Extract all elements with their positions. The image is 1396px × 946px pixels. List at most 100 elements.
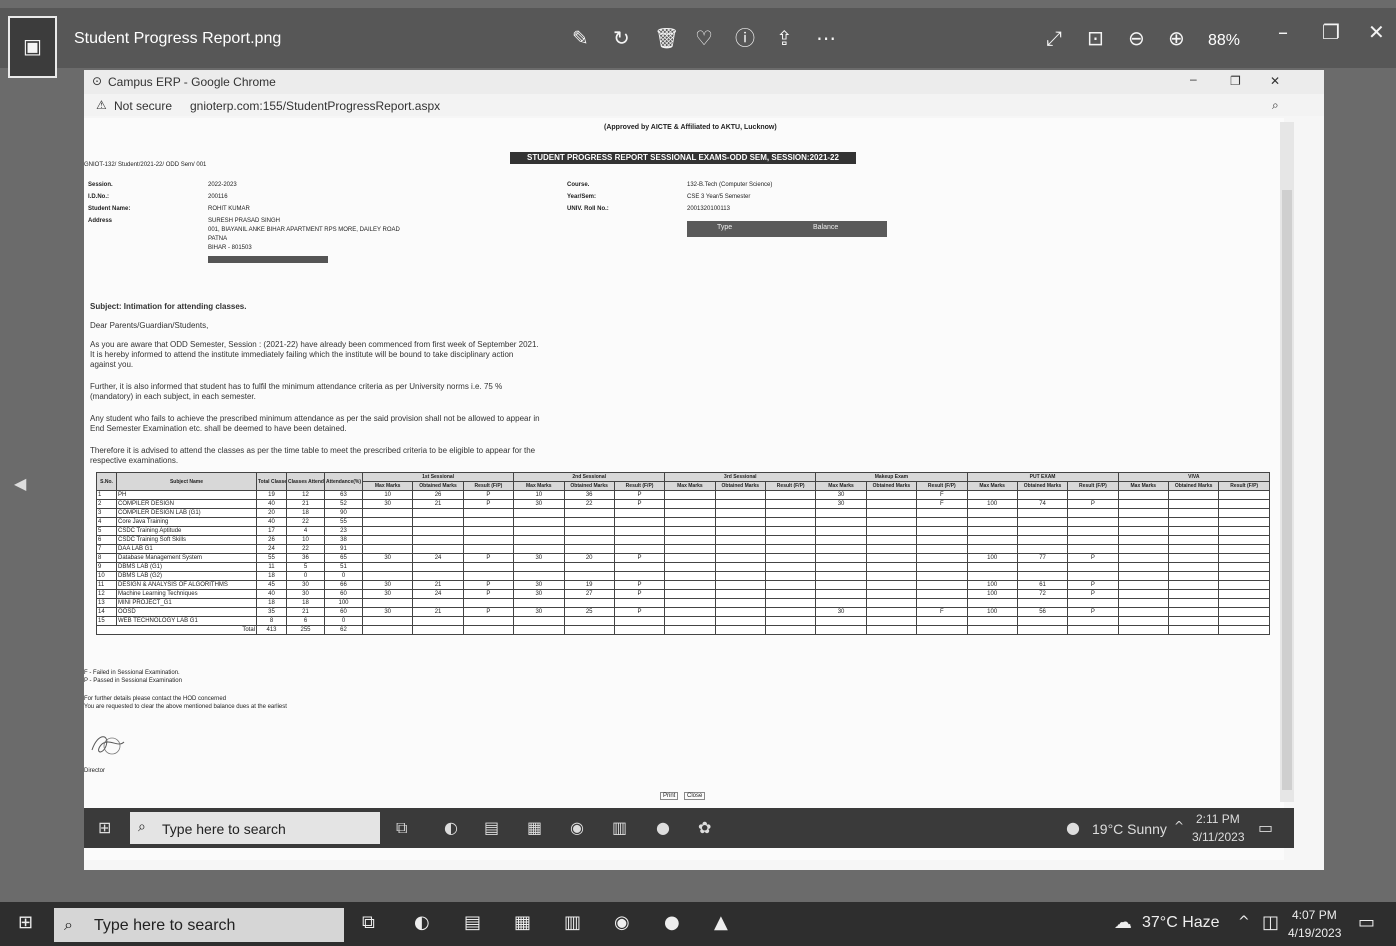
table-cell: 100 — [966, 589, 1018, 599]
table-cell — [1016, 490, 1069, 500]
chrome-window: ⊙ Campus ERP - Google Chrome – ❐ ✕ ⚠ Not… — [84, 70, 1324, 870]
actual-size-icon[interactable]: ⊡ — [1087, 28, 1104, 48]
value-student-name: ROHIT KUMAR — [208, 206, 250, 212]
table-cell: F — [916, 499, 968, 509]
address-line-4: BIHAR - 801503 — [208, 245, 252, 251]
value-id: 200116 — [208, 194, 228, 200]
close-icon[interactable]: ✕ — [1368, 22, 1385, 42]
rotate-icon[interactable]: ↻ — [613, 28, 630, 48]
inner-zoom-icon[interactable]: ● — [656, 818, 670, 837]
table-cell — [462, 571, 515, 581]
edit-image-icon[interactable]: ✎ — [572, 28, 589, 48]
letter-para-2: Further, it is also informed that studen… — [90, 382, 503, 401]
table-cell — [1218, 589, 1270, 599]
table-cell — [1218, 517, 1270, 527]
search-placeholder[interactable]: Type here to search — [94, 917, 235, 935]
restore-icon[interactable]: ❐ — [1322, 22, 1340, 42]
page-scroll-thumb[interactable] — [1282, 190, 1292, 790]
previous-image-icon[interactable]: ◀ — [14, 474, 26, 493]
chrome-close-icon[interactable]: ✕ — [1270, 74, 1280, 88]
table-cell — [1218, 499, 1270, 509]
table-cell — [1117, 598, 1170, 608]
inner-weather[interactable]: 19°C Sunny — [1092, 821, 1167, 837]
table-cell — [1016, 598, 1069, 608]
inner-start-icon[interactable]: ⊞ — [98, 818, 111, 837]
inner-explorer-icon[interactable]: ▤ — [484, 818, 499, 837]
more-icon[interactable]: ⋯ — [816, 28, 836, 48]
chrome-restore-icon[interactable]: ❐ — [1230, 74, 1241, 88]
table-cell — [1117, 517, 1170, 527]
table-cell — [1016, 535, 1069, 545]
edge-icon[interactable]: ◐ — [414, 912, 430, 933]
search-box[interactable]: ⌕ Type here to search — [54, 908, 344, 942]
table-cell: 22 — [286, 544, 325, 554]
expand-icon[interactable]: ⤢ — [1046, 28, 1062, 48]
address-bar[interactable]: ⚠ Not secure gnioterp.com:155/StudentPro… — [84, 94, 1324, 116]
table-cell: 12 — [286, 490, 325, 500]
favorite-icon[interactable]: ♡ — [695, 28, 713, 48]
inner-chrome-icon[interactable]: ◉ — [570, 818, 584, 837]
label-year-sem: Year/Sem: — [567, 194, 597, 200]
zoom-in-icon[interactable]: ⊕ — [1168, 28, 1185, 48]
inner-tray-chevron-icon[interactable]: ^ — [1174, 819, 1184, 833]
table-cell: 100 — [966, 499, 1018, 509]
inner-clock-time[interactable]: 2:11 PM — [1196, 812, 1240, 826]
tray-chevron-icon[interactable]: ^ — [1238, 914, 1250, 930]
chrome-minimize-icon[interactable]: – — [1190, 72, 1197, 86]
table-cell — [361, 508, 414, 518]
weather[interactable]: 37°C Haze — [1142, 914, 1220, 932]
calculator-icon[interactable]: ▥ — [564, 912, 581, 933]
start-icon[interactable]: ⊞ — [18, 912, 33, 933]
table-cell — [916, 508, 968, 518]
clock-time[interactable]: 4:07 PM — [1292, 908, 1337, 922]
table-cell — [1016, 562, 1069, 572]
table-cell: DBMS LAB (G2) — [116, 571, 257, 581]
table-cell: 2 — [96, 499, 117, 509]
balance-header: Type Balance — [687, 221, 887, 237]
chrome-icon[interactable]: ◉ — [614, 912, 630, 933]
table-cell: 18 — [256, 571, 287, 581]
table-cell: 30 — [361, 580, 414, 590]
table-cell: 17 — [256, 526, 287, 536]
table-cell: 100 — [966, 580, 1018, 590]
file-explorer-icon[interactable]: ▤ — [464, 912, 481, 933]
inner-clock-date[interactable]: 3/11/2023 — [1192, 830, 1245, 844]
inner-edge-icon[interactable]: ◐ — [444, 818, 458, 837]
zoom-out-icon[interactable]: ⊖ — [1128, 28, 1145, 48]
share-icon[interactable]: ⇪ — [776, 28, 793, 48]
inner-notification-icon[interactable]: ▭ — [1258, 818, 1273, 837]
url-text[interactable]: gnioterp.com:155/StudentProgressReport.a… — [190, 99, 440, 113]
table-cell: 36 — [563, 490, 615, 500]
table-cell — [563, 526, 615, 536]
table-cell: 27 — [563, 589, 615, 599]
inner-calculator-icon[interactable]: ▥ — [612, 818, 627, 837]
table-cell — [865, 544, 918, 554]
close-button[interactable]: Close — [684, 792, 706, 800]
minimize-icon[interactable]: – — [1278, 22, 1288, 42]
notification-icon[interactable]: ▭ — [1358, 912, 1375, 933]
search-icon[interactable]: ⌕ — [1272, 98, 1279, 113]
inner-search-placeholder[interactable]: Type here to search — [162, 821, 286, 837]
table-cell: 51 — [324, 562, 363, 572]
label-id: I.D.No.: — [88, 194, 109, 200]
table-cell: P — [613, 589, 666, 599]
clock-date[interactable]: 4/19/2023 — [1288, 926, 1341, 940]
task-view-icon[interactable]: ⧉ — [362, 912, 375, 933]
photos-taskbar-icon[interactable]: ▲ — [714, 912, 728, 933]
delete-icon[interactable]: 🗑 — [654, 28, 679, 48]
inner-task-view-icon[interactable]: ⧉ — [396, 818, 407, 838]
inner-app-icon[interactable]: ✿ — [698, 818, 711, 837]
photos-app-icon[interactable]: ▣ — [8, 16, 57, 78]
store-icon[interactable]: ▦ — [514, 912, 531, 933]
info-icon[interactable]: ⓘ — [735, 28, 755, 48]
table-cell: CSDC Training Soft Skills — [116, 535, 257, 545]
print-button[interactable]: Print — [660, 792, 679, 800]
table-cell: 6 — [286, 616, 325, 626]
table-cell: 20 — [563, 553, 615, 563]
table-cell — [764, 499, 817, 509]
inner-search-box[interactable]: ⌕ Type here to search — [130, 812, 380, 844]
zoom-app-icon[interactable]: ● — [664, 912, 680, 933]
zoom-level[interactable]: 88% — [1208, 32, 1240, 50]
inner-store-icon[interactable]: ▦ — [527, 818, 542, 837]
network-icon[interactable]: ◫ — [1262, 912, 1279, 933]
